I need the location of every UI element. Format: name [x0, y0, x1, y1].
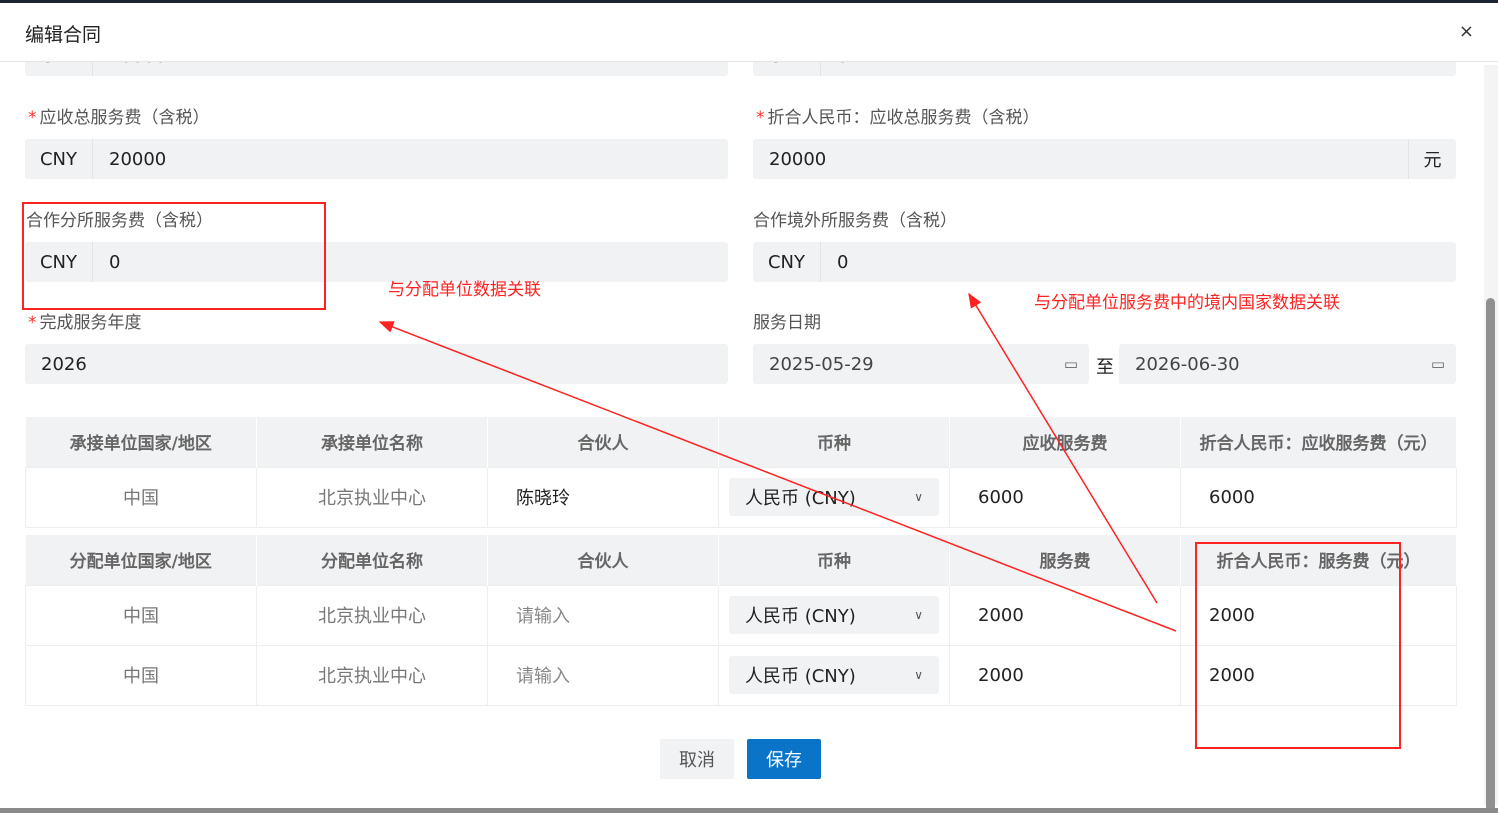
- column-header: 合伙人: [487, 417, 719, 467]
- table-header: 分配单位国家/地区 分配单位名称 合伙人 币种 服务费 折合人民币：服务费（元）: [25, 535, 1457, 585]
- table-header: 承接单位国家/地区 承接单位名称 合伙人 币种 应收服务费 折合人民币：应收服务费（元）: [25, 417, 1457, 467]
- year-label: * 完成服务年度: [28, 313, 142, 333]
- scrollbar-thumb[interactable]: [1486, 298, 1495, 808]
- total-fee-rmb-label: * 折合人民币：应收总服务费（含税）: [756, 108, 1040, 128]
- country-cell: 中国: [25, 466, 257, 528]
- calendar-icon[interactable]: ▭: [1420, 355, 1456, 373]
- currency-select[interactable]: 人民币 (CNY) ∨: [729, 596, 939, 634]
- fee-cell[interactable]: 6000: [949, 466, 1181, 528]
- total-fee-input[interactable]: CNY 20000: [25, 139, 728, 179]
- currency-prefix: CNY: [753, 242, 821, 282]
- chevron-down-icon: ∨: [914, 668, 923, 682]
- column-header: 分配单位名称: [256, 535, 488, 585]
- column-header: 承接单位国家/地区: [25, 417, 257, 467]
- save-button[interactable]: 保存: [747, 739, 821, 779]
- end-date-input[interactable]: 2026-06-30 ▭: [1119, 344, 1456, 384]
- input-value: 20000: [769, 148, 827, 170]
- fee-rmb-cell: 6000: [1180, 466, 1457, 528]
- column-header: 分配单位国家/地区: [25, 535, 257, 585]
- currency-cell: 人民币 (CNY) ∨: [718, 466, 950, 528]
- input-value: 2026-06-30: [1135, 353, 1240, 375]
- column-header: 应收服务费: [949, 417, 1181, 467]
- close-icon[interactable]: ×: [1459, 21, 1474, 42]
- table-row: 中国 北京执业中心 请输入 人民币 (CNY) ∨ 2000 2000: [25, 644, 1457, 706]
- input-value: 0: [837, 251, 849, 273]
- currency-cell: 人民币 (CNY) ∨: [718, 644, 950, 706]
- unit-cell: 北京执业中心: [256, 644, 488, 706]
- input-value: 2026: [41, 353, 87, 375]
- column-header: 服务费: [949, 535, 1181, 585]
- overseas-fee-input[interactable]: CNY 0: [753, 242, 1456, 282]
- annotation-note-1: 与分配单位数据关联: [388, 280, 541, 300]
- column-header: 合伙人: [487, 535, 719, 585]
- column-header: 折合人民币：服务费（元）: [1180, 535, 1457, 585]
- input-value: 20000: [109, 148, 167, 170]
- column-header: 折合人民币：应收服务费（元）: [1180, 417, 1457, 467]
- currency-prefix: CNY: [25, 242, 93, 282]
- overseas-fee-label: 合作境外所服务费（含税）: [753, 211, 957, 231]
- branch-fee-input[interactable]: CNY 0: [25, 242, 728, 282]
- fee-rmb-cell: 2000: [1180, 584, 1457, 646]
- currency-select[interactable]: 人民币 (CNY) ∨: [729, 656, 939, 694]
- branch-fee-label: 合作分所服务费（含税）: [26, 211, 213, 231]
- country-cell: 中国: [25, 584, 257, 646]
- partner-input[interactable]: 请输入: [487, 584, 719, 646]
- fee-cell[interactable]: 2000: [949, 644, 1181, 706]
- column-header: 币种: [718, 535, 950, 585]
- input-value: 2025-05-29: [769, 353, 874, 375]
- currency-prefix: CNY: [25, 139, 93, 179]
- annotation-note-2: 与分配单位服务费中的境内国家数据关联: [1034, 293, 1340, 313]
- chevron-down-icon: ∨: [914, 490, 923, 504]
- input-value: 0: [109, 251, 121, 273]
- total-fee-rmb-input[interactable]: 20000 元: [753, 139, 1456, 179]
- edit-contract-dialog: 编辑合同 × CNY20000 CNY0 *应收总服务费（含税） CNY2000…: [0, 3, 1498, 808]
- partner-input[interactable]: 请输入: [487, 644, 719, 706]
- date-separator: 至: [1096, 357, 1114, 378]
- year-input[interactable]: 2026: [25, 344, 728, 384]
- fee-rmb-cell: 2000: [1180, 644, 1457, 706]
- currency-select[interactable]: 人民币 (CNY) ∨: [729, 478, 939, 516]
- scrollbar[interactable]: [1484, 65, 1498, 808]
- chevron-down-icon: ∨: [914, 608, 923, 622]
- table-row: 中国 北京执业中心 请输入 人民币 (CNY) ∨ 2000 2000: [25, 584, 1457, 646]
- fee-cell[interactable]: 2000: [949, 584, 1181, 646]
- column-header: 承接单位名称: [256, 417, 488, 467]
- calendar-icon[interactable]: ▭: [1053, 355, 1089, 373]
- start-date-input[interactable]: 2025-05-29 ▭: [753, 344, 1089, 384]
- partner-cell[interactable]: 陈晓玲: [487, 466, 719, 528]
- dialog-header: 编辑合同 ×: [0, 3, 1498, 62]
- cancel-button[interactable]: 取消: [660, 739, 734, 779]
- undertaking-unit-table: 承接单位国家/地区 承接单位名称 合伙人 币种 应收服务费 折合人民币：应收服务费（元） …: [25, 417, 1457, 528]
- total-fee-label: * 应收总服务费（含税）: [28, 108, 210, 128]
- service-date-label: 服务日期: [753, 313, 821, 333]
- unit-cell: 北京执业中心: [256, 584, 488, 646]
- column-header: 币种: [718, 417, 950, 467]
- country-cell: 中国: [25, 644, 257, 706]
- table-row: 中国 北京执业中心 陈晓玲 人民币 (CNY) ∨ 6000 6000: [25, 466, 1457, 528]
- currency-cell: 人民币 (CNY) ∨: [718, 584, 950, 646]
- unit-cell: 北京执业中心: [256, 466, 488, 528]
- dialog-title: 编辑合同: [25, 24, 102, 46]
- allocation-unit-table: 分配单位国家/地区 分配单位名称 合伙人 币种 服务费 折合人民币：服务费（元） 中国 北京…: [25, 535, 1457, 706]
- unit-suffix: 元: [1408, 139, 1456, 179]
